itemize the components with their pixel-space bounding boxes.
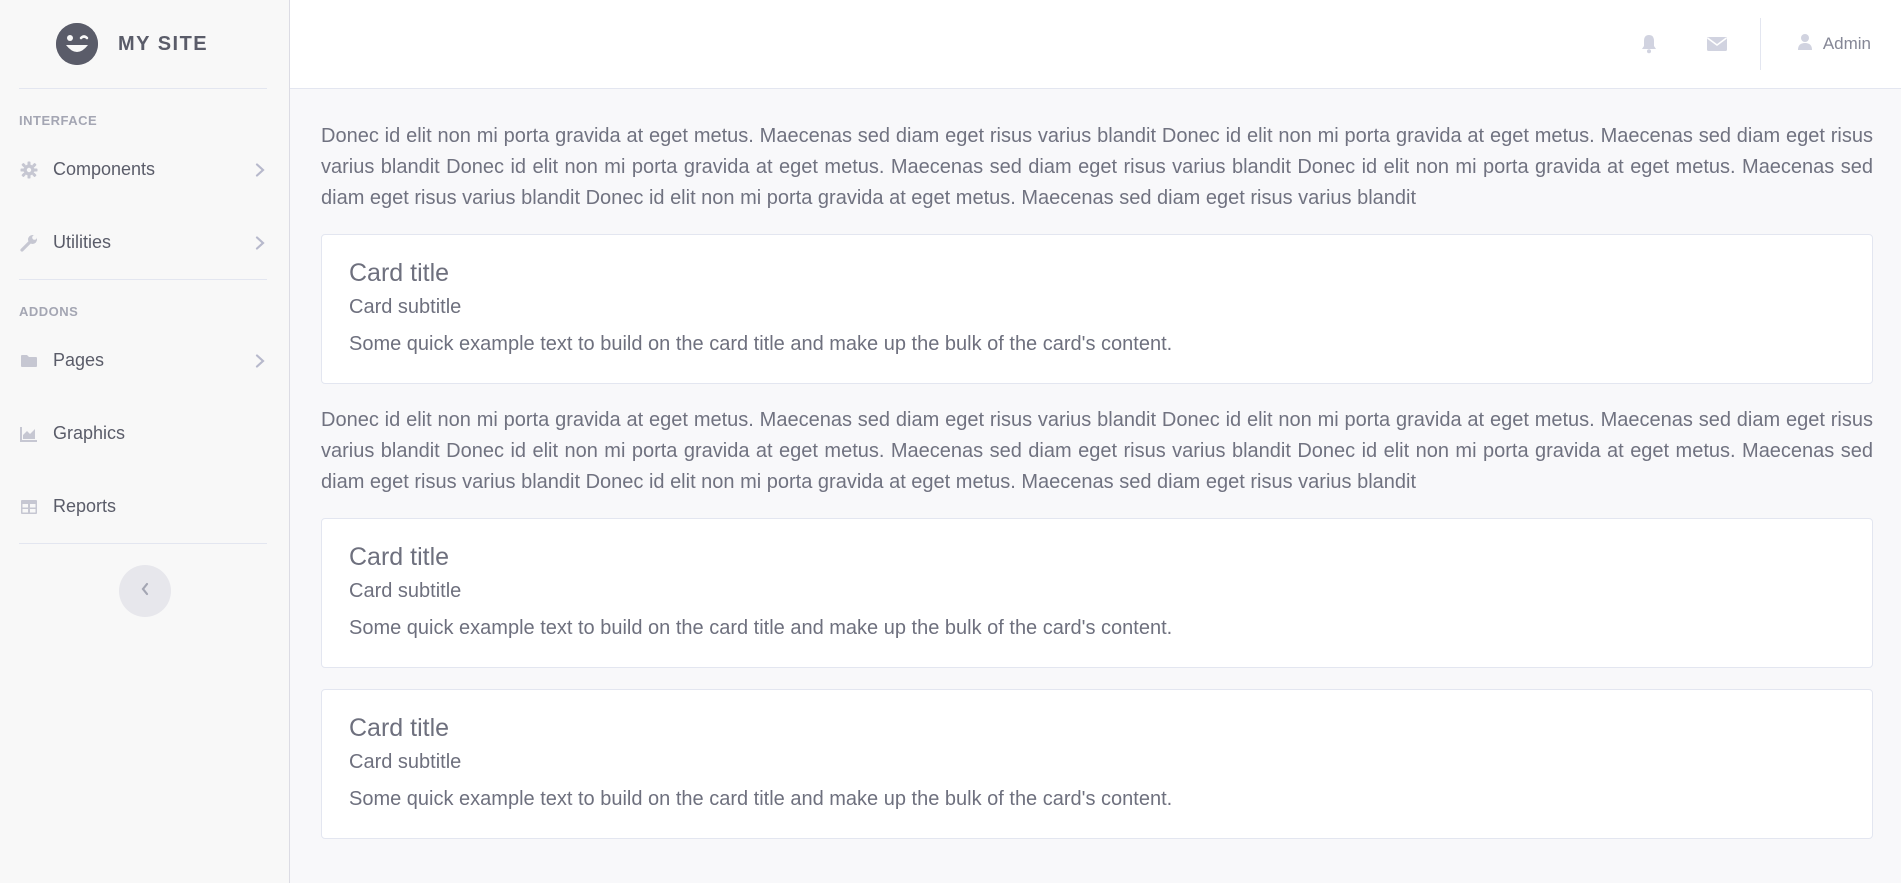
topbar-divider [1759, 18, 1761, 70]
winking-face-icon [56, 23, 98, 65]
card-title: Card title [349, 714, 450, 742]
chevron-right-icon [253, 353, 267, 368]
page-content: Donec id elit non mi porta gravida at eg… [290, 89, 1901, 860]
envelope-icon[interactable] [1706, 33, 1728, 55]
app-root: MY SITE INTERFACE Components Utilities A… [0, 0, 1901, 883]
gear-icon [19, 160, 39, 180]
sidebar-item-pages[interactable]: Pages [0, 324, 289, 397]
folder-icon [19, 351, 39, 371]
card: Card title Card subtitle Some quick exam… [321, 234, 1873, 384]
sidebar: MY SITE INTERFACE Components Utilities A… [0, 0, 290, 883]
sidebar-item-label: Graphics [53, 423, 126, 443]
card-subtitle: Card subtitle [349, 296, 462, 318]
sidebar-heading-interface: INTERFACE [19, 113, 98, 128]
user-menu[interactable]: Admin [1797, 33, 1871, 56]
card-title: Card title [349, 259, 450, 287]
card-title: Card title [349, 543, 450, 571]
bell-icon[interactable] [1638, 33, 1660, 55]
brand-link[interactable]: MY SITE [0, 0, 289, 88]
main-area: Admin Donec id elit non mi porta gravida… [290, 0, 1901, 883]
wrench-icon [19, 233, 39, 253]
sidebar-item-label: Reports [53, 496, 117, 516]
sidebar-item-label: Pages [53, 350, 105, 370]
topbar: Admin [290, 0, 1901, 89]
chevron-right-icon [253, 235, 267, 250]
sidebar-heading-addons: ADDONS [19, 304, 79, 319]
card-text: Some quick example text to build on the … [349, 333, 1173, 355]
sidebar-item-reports[interactable]: Reports [0, 470, 289, 543]
card-subtitle: Card subtitle [349, 580, 462, 602]
sidebar-item-utilities[interactable]: Utilities [0, 206, 289, 279]
area-chart-icon [19, 424, 39, 444]
table-icon [19, 497, 39, 517]
card: Card title Card subtitle Some quick exam… [321, 689, 1873, 839]
sidebar-item-components[interactable]: Components [0, 133, 289, 206]
user-icon [1797, 33, 1813, 56]
chevron-left-icon [140, 582, 150, 601]
card-text: Some quick example text to build on the … [349, 788, 1173, 810]
body-paragraph: Donec id elit non mi porta gravida at eg… [321, 409, 1873, 493]
sidebar-toggle-wrap [0, 544, 289, 617]
body-paragraph: Donec id elit non mi porta gravida at eg… [321, 125, 1873, 209]
card-subtitle: Card subtitle [349, 751, 462, 773]
sidebar-item-graphics[interactable]: Graphics [0, 397, 289, 470]
sidebar-item-label: Utilities [53, 232, 112, 252]
card: Card title Card subtitle Some quick exam… [321, 518, 1873, 668]
user-name: Admin [1822, 34, 1871, 53]
sidebar-item-label: Components [53, 159, 156, 179]
brand-name: MY SITE [118, 32, 209, 55]
card-text: Some quick example text to build on the … [349, 617, 1173, 639]
chevron-right-icon [253, 162, 267, 177]
sidebar-toggle-button[interactable] [118, 565, 171, 617]
